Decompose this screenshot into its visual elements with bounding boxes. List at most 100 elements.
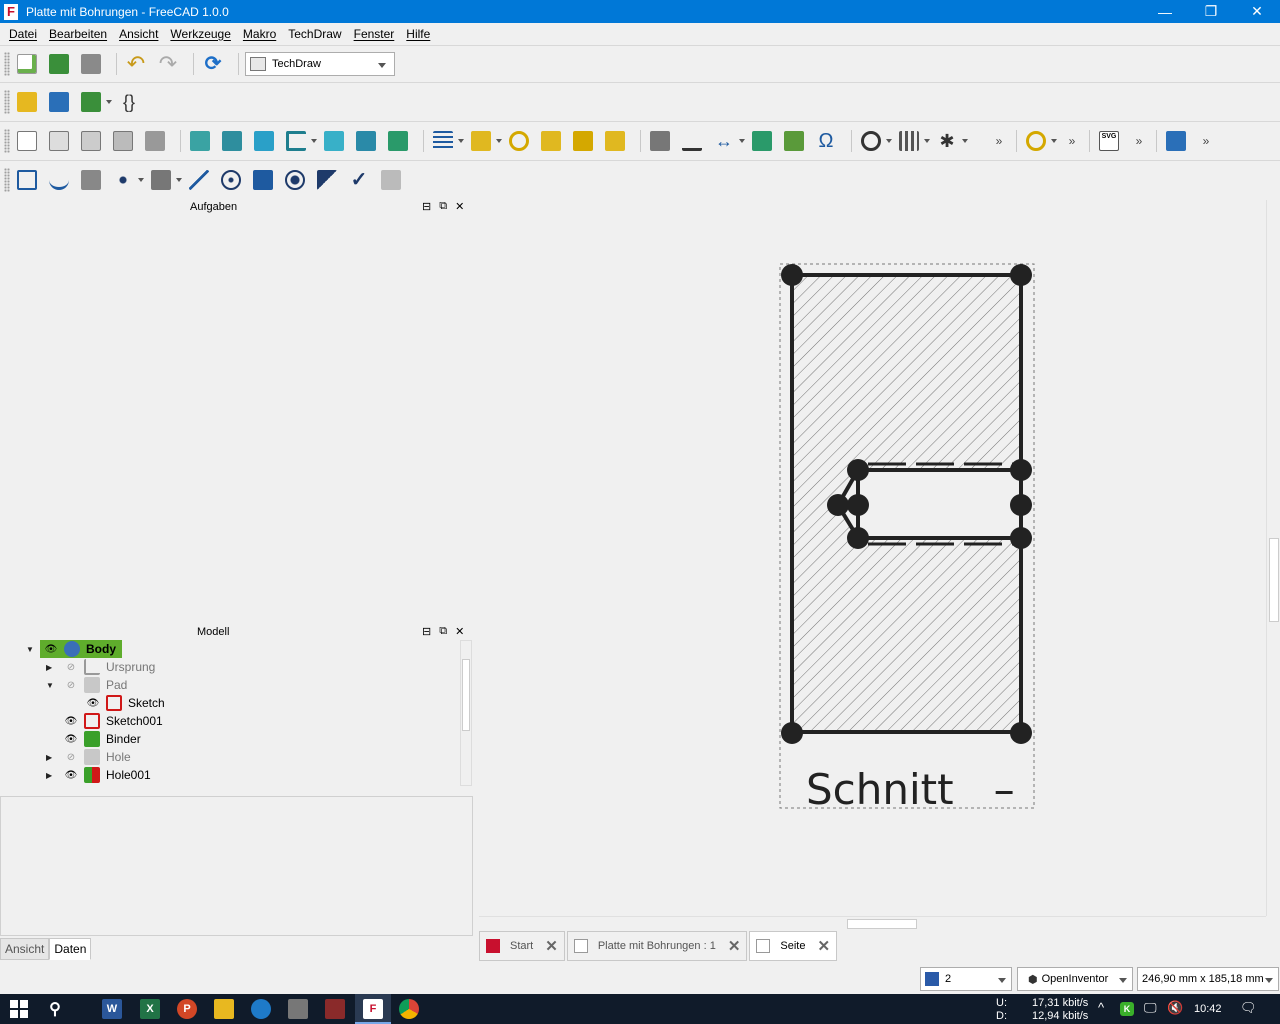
volume-muted-icon[interactable]: 🔇	[1167, 1001, 1183, 1014]
collapse-arrow-icon[interactable]: ▼	[46, 681, 56, 690]
extent-button[interactable]	[781, 128, 807, 154]
tools-button[interactable]	[602, 128, 628, 154]
dock-close-icon[interactable]: ✕	[455, 200, 464, 213]
chrome-icon[interactable]	[399, 999, 419, 1019]
toolbar-grip[interactable]	[4, 89, 10, 114]
menu-techdraw[interactable]: TechDraw	[282, 27, 347, 41]
omega-button[interactable]: Ω	[813, 128, 839, 154]
hatch-face-button[interactable]	[1163, 128, 1189, 154]
create-group-button[interactable]	[46, 89, 72, 115]
edit-line-button[interactable]	[250, 167, 276, 193]
tree-item-body[interactable]: ▼ 👁 Body	[26, 640, 122, 658]
dimension-display[interactable]: 246,90 mm x 185,18 mm	[1137, 967, 1279, 991]
export-page-button[interactable]	[110, 128, 136, 154]
clock[interactable]: 10:42	[1194, 1003, 1222, 1015]
menu-ansicht[interactable]: Ansicht	[113, 27, 164, 41]
expand-arrow-icon[interactable]: ▼	[26, 645, 36, 654]
projection-group-button[interactable]	[321, 128, 347, 154]
toolbar-overflow[interactable]: »	[1199, 134, 1213, 148]
toolbar-grip[interactable]	[4, 128, 10, 153]
section-view-drawing[interactable]: Schnitt –	[478, 198, 1280, 914]
workbench-selector[interactable]: TechDraw	[245, 51, 395, 76]
powerpoint-icon[interactable]: P	[177, 999, 197, 1019]
annotation-text-button[interactable]	[14, 167, 40, 193]
create-part-button[interactable]	[14, 89, 40, 115]
clip-group-button[interactable]	[353, 128, 379, 154]
close-button[interactable]: ✕	[1234, 0, 1280, 23]
navigation-style-selector[interactable]: ⬢ OpenInventor	[1017, 967, 1133, 991]
section-view-button[interactable]	[283, 128, 317, 154]
notification-area[interactable]: 2	[920, 967, 1012, 991]
tab-seite[interactable]: Seite ✕	[749, 931, 838, 961]
leader-button[interactable]	[570, 128, 596, 154]
centerline-button[interactable]	[858, 128, 892, 154]
insert-symbol-button[interactable]	[385, 128, 411, 154]
weld-symbol-button[interactable]	[538, 128, 564, 154]
dock-float-icon[interactable]: ⊟	[422, 200, 431, 213]
annotation-button[interactable]	[679, 128, 705, 154]
dock-undock-icon[interactable]: ⧉	[439, 625, 447, 638]
open-document-button[interactable]	[46, 51, 72, 77]
tree-item-hole[interactable]: ▶ ⊘ Hole	[46, 748, 131, 766]
cosmetic-eraser-button[interactable]: ✱	[934, 128, 968, 154]
minimize-button[interactable]: —	[1142, 0, 1188, 23]
menu-makro[interactable]: Makro	[237, 27, 282, 41]
vertex-point[interactable]	[847, 459, 869, 481]
freecad-taskbar-icon[interactable]: F	[363, 999, 383, 1019]
toolbar-overflow[interactable]: »	[1065, 134, 1079, 148]
dock-undock-icon[interactable]: ⧉	[439, 200, 447, 213]
excel-icon[interactable]: X	[140, 999, 160, 1019]
insert-broken-view-button[interactable]	[219, 128, 245, 154]
align-button[interactable]	[430, 128, 464, 154]
eye-icon[interactable]: 👁	[44, 644, 58, 655]
hatch-button[interactable]	[647, 128, 673, 154]
redo-button[interactable]: ↷	[155, 51, 181, 77]
refresh-button[interactable]: ⟳	[200, 51, 226, 77]
cosmetic-circle-button[interactable]	[506, 128, 532, 154]
scrollbar-thumb[interactable]	[847, 919, 917, 929]
paint-brush-button[interactable]	[78, 167, 104, 193]
search-icon[interactable]: ⚲	[45, 999, 65, 1019]
dock-close-icon[interactable]: ✕	[455, 625, 464, 638]
toolbar-grip[interactable]	[4, 167, 10, 192]
eye-hidden-icon[interactable]: ⊘	[64, 662, 78, 673]
create-link-button[interactable]	[78, 89, 112, 115]
vertex-point[interactable]	[1010, 494, 1032, 516]
dimension-button[interactable]: ↔	[711, 128, 745, 154]
insert-template-page-button[interactable]	[46, 128, 72, 154]
browser-icon[interactable]	[251, 999, 271, 1019]
vertex-point[interactable]	[847, 494, 869, 516]
close-tab-icon[interactable]: ✕	[817, 937, 830, 955]
tree-item-binder[interactable]: 👁 Binder	[64, 730, 141, 748]
menu-werkzeuge[interactable]: Werkzeuge	[164, 27, 236, 41]
eye-hidden-icon[interactable]: ⊘	[64, 680, 78, 691]
surface-finish-button[interactable]: ✓	[346, 167, 372, 193]
weld-tool-button[interactable]	[314, 167, 340, 193]
file-explorer-icon[interactable]	[214, 999, 234, 1019]
techdraw-page-view[interactable]: Schnitt –	[478, 198, 1280, 930]
eye-icon[interactable]: 👁	[86, 698, 100, 709]
dock-float-icon[interactable]: ⊟	[422, 625, 431, 638]
expand-arrow-icon[interactable]: ▶	[46, 753, 56, 762]
hole-shaft-fit-button[interactable]	[378, 167, 404, 193]
horizontal-scrollbar[interactable]	[479, 916, 1266, 930]
tree-item-sketch001[interactable]: 👁 Sketch001	[64, 712, 163, 730]
balloon-button[interactable]	[749, 128, 775, 154]
eye-icon[interactable]: 👁	[64, 716, 78, 727]
print-button[interactable]	[142, 128, 168, 154]
vertex-point[interactable]	[781, 722, 803, 744]
show-all-button[interactable]	[282, 167, 308, 193]
cosmetic-vertex-button[interactable]	[110, 167, 144, 193]
vertex-point[interactable]	[847, 527, 869, 549]
tree-item-hole001[interactable]: ▶ 👁 Hole001	[46, 766, 151, 784]
eye-hidden-icon[interactable]: ⊘	[64, 752, 78, 763]
tab-ansicht[interactable]: Ansicht	[0, 938, 50, 960]
toolbar-overflow[interactable]: »	[1132, 134, 1146, 148]
vertex-point[interactable]	[1010, 264, 1032, 286]
tree-item-pad[interactable]: ▼ ⊘ Pad	[46, 676, 127, 694]
close-tab-icon[interactable]: ✕	[728, 937, 741, 955]
tab-start[interactable]: Start ✕	[479, 931, 565, 961]
active-view-button[interactable]	[251, 128, 277, 154]
vertex-point[interactable]	[1010, 527, 1032, 549]
cosmetic-circle-tool-button[interactable]	[218, 167, 244, 193]
